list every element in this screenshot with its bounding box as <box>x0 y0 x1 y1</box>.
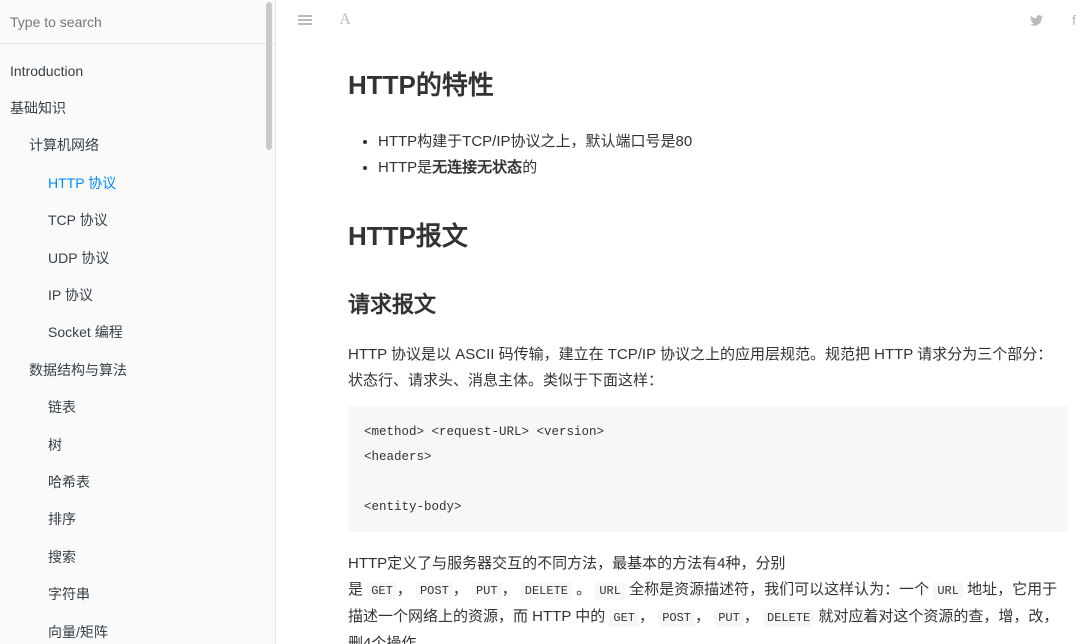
scrollbar-thumb[interactable] <box>266 2 272 150</box>
sidebar-item-tcp[interactable]: TCP 协议 <box>0 202 264 239</box>
list-item-text: HTTP是 <box>378 159 433 176</box>
sidebar-item-search[interactable]: 搜索 <box>0 538 264 575</box>
text: ， <box>639 608 655 625</box>
inline-code: DELETE <box>520 582 572 600</box>
heading-http-features: HTTP的特性 <box>348 70 494 100</box>
menu-icon[interactable] <box>295 10 315 30</box>
list-item: HTTP构建于TCP/IP协议之上，默认端口号是80 <box>378 129 692 155</box>
methods-paragraph: HTTP定义了与服务器交互的不同方法，最基本的方法有4种，分别是 GET， PO… <box>348 551 1064 644</box>
main-content: A f HTTP的特性 HTTP构建于TCP/IP协议之上，默认端口号是80 H… <box>277 0 1080 644</box>
text: 全称是资源描述符，我们可以这样认为：一个 <box>629 581 930 598</box>
sidebar-item-http[interactable]: HTTP 协议 <box>0 164 264 201</box>
inline-code: PUT <box>471 582 502 600</box>
inline-code: GET <box>367 582 397 600</box>
sidebar-item-socket[interactable]: Socket 编程 <box>0 314 264 351</box>
sidebar-nav: Introduction 基础知识 计算机网络 HTTP 协议 TCP 协议 U… <box>0 52 264 644</box>
sidebar-item-string[interactable]: 字符串 <box>0 575 264 612</box>
inline-code: PUT <box>714 609 744 627</box>
sidebar-item-sorting[interactable]: 排序 <box>0 501 264 538</box>
sidebar-item-tree[interactable]: 树 <box>0 426 264 463</box>
code-block: <method> <request-URL> <version> <header… <box>348 406 1068 532</box>
text: 是 <box>348 581 364 598</box>
code-line: <method> <request-URL> <version> <box>364 425 605 439</box>
feature-list: HTTP构建于TCP/IP协议之上，默认端口号是80 HTTP是无连接无状态的 <box>348 129 692 181</box>
sidebar-item-udp[interactable]: UDP 协议 <box>0 239 264 276</box>
heading-request-message: 请求报文 <box>348 292 437 317</box>
inline-code: URL <box>595 582 625 600</box>
sidebar-scrollbar[interactable] <box>264 0 274 644</box>
text: ， <box>396 581 412 598</box>
text: ， <box>501 581 517 598</box>
request-paragraph: HTTP 协议是以 ASCII 码传输，建立在 TCP/IP 协议之上的应用层规… <box>348 346 1053 389</box>
sidebar-item-basics[interactable]: 基础知识 <box>0 89 264 126</box>
list-item: HTTP是无连接无状态的 <box>378 155 692 181</box>
text: ， <box>743 608 759 625</box>
sidebar-item-vector-matrix[interactable]: 向量/矩阵 <box>0 613 264 644</box>
sidebar: Introduction 基础知识 计算机网络 HTTP 协议 TCP 协议 U… <box>0 0 276 644</box>
text: HTTP定义了与服务器交互的不同方法，最基本的方法有4种，分别 <box>348 555 786 572</box>
heading-http-messages: HTTP报文 <box>348 221 468 251</box>
inline-code: POST <box>658 609 696 627</box>
sidebar-item-ip[interactable]: IP 协议 <box>0 276 264 313</box>
search-box <box>0 0 275 44</box>
code-line: <headers> <box>364 450 432 464</box>
twitter-icon[interactable] <box>1026 10 1046 30</box>
text: 。 <box>576 581 592 598</box>
text: ， <box>452 581 468 598</box>
font-settings-icon[interactable]: A <box>335 10 355 30</box>
inline-code: POST <box>415 582 453 600</box>
sidebar-item-computer-network[interactable]: 计算机网络 <box>0 127 264 164</box>
search-input[interactable] <box>10 13 265 30</box>
text: ， <box>695 608 711 625</box>
sidebar-item-data-structures[interactable]: 数据结构与算法 <box>0 351 264 388</box>
inline-code: URL <box>933 582 963 600</box>
sidebar-item-hash-table[interactable]: 哈希表 <box>0 463 264 500</box>
sidebar-item-introduction[interactable]: Introduction <box>0 52 264 89</box>
code-line: <entity-body> <box>364 500 462 514</box>
toolbar: A f <box>277 0 1080 40</box>
list-item-text: 的 <box>522 159 538 176</box>
sidebar-item-linked-list[interactable]: 链表 <box>0 389 264 426</box>
inline-code: GET <box>609 609 640 627</box>
list-item-bold: 无连接无状态 <box>432 159 523 176</box>
inline-code: DELETE <box>763 609 815 627</box>
facebook-icon[interactable]: f <box>1064 10 1080 30</box>
